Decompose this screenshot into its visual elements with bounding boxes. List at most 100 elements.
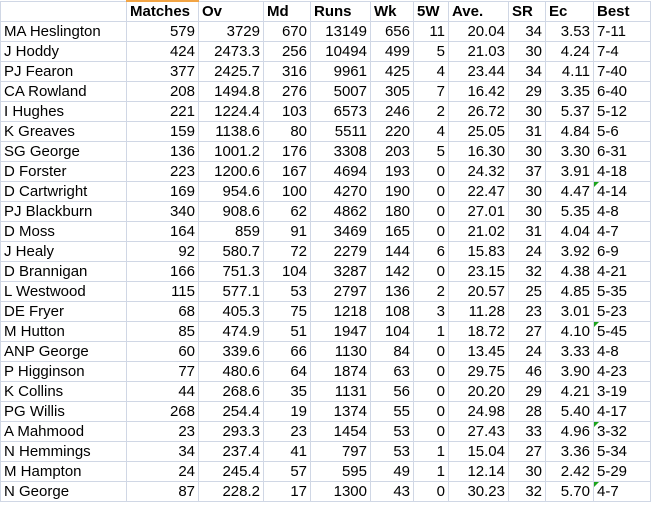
cell-strike-rate[interactable]: 29 — [508, 81, 546, 102]
cell-average[interactable]: 21.02 — [448, 221, 509, 242]
cell-best[interactable]: 5-12 — [593, 101, 651, 122]
cell-best[interactable]: 7-11 — [593, 21, 651, 42]
cell-five-wickets[interactable]: 0 — [413, 421, 449, 442]
cell-best[interactable]: 4-8 — [593, 201, 651, 222]
cell-runs[interactable]: 1130 — [310, 341, 371, 362]
cell-strike-rate[interactable]: 30 — [508, 141, 546, 162]
cell-runs[interactable]: 5007 — [310, 81, 371, 102]
cell-matches[interactable]: 166 — [126, 261, 199, 282]
cell-strike-rate[interactable]: 46 — [508, 361, 546, 382]
cell-average[interactable]: 26.72 — [448, 101, 509, 122]
cell-runs[interactable]: 6573 — [310, 101, 371, 122]
cell-five-wickets[interactable]: 7 — [413, 81, 449, 102]
cell-economy[interactable]: 5.70 — [545, 481, 594, 502]
cell-best[interactable]: 4-21 — [593, 261, 651, 282]
cell-matches[interactable]: 77 — [126, 361, 199, 382]
cell-player[interactable]: MA Heslington — [0, 21, 127, 42]
cell-runs[interactable]: 1874 — [310, 361, 371, 382]
cell-overs[interactable]: 1224.4 — [198, 101, 264, 122]
cell-runs[interactable]: 10494 — [310, 41, 371, 62]
cell-wickets[interactable]: 55 — [370, 401, 414, 422]
cell-strike-rate[interactable]: 29 — [508, 381, 546, 402]
cell-wickets[interactable]: 180 — [370, 201, 414, 222]
cell-player[interactable]: D Forster — [0, 161, 127, 182]
header-economy[interactable]: Ec — [545, 0, 594, 22]
cell-strike-rate[interactable]: 24 — [508, 341, 546, 362]
cell-strike-rate[interactable]: 31 — [508, 221, 546, 242]
cell-wickets[interactable]: 108 — [370, 301, 414, 322]
cell-best[interactable]: 5-29 — [593, 461, 651, 482]
header-maidens[interactable]: Md — [263, 0, 311, 22]
cell-five-wickets[interactable]: 0 — [413, 481, 449, 502]
cell-five-wickets[interactable]: 11 — [413, 21, 449, 42]
cell-overs[interactable]: 1138.6 — [198, 121, 264, 142]
cell-wickets[interactable]: 136 — [370, 281, 414, 302]
cell-player[interactable]: K Collins — [0, 381, 127, 402]
cell-runs[interactable]: 4270 — [310, 181, 371, 202]
cell-average[interactable]: 24.32 — [448, 161, 509, 182]
cell-economy[interactable]: 3.92 — [545, 241, 594, 262]
cell-wickets[interactable]: 193 — [370, 161, 414, 182]
cell-average[interactable]: 29.75 — [448, 361, 509, 382]
header-overs[interactable]: Ov — [198, 0, 264, 22]
cell-strike-rate[interactable]: 32 — [508, 261, 546, 282]
cell-overs[interactable]: 405.3 — [198, 301, 264, 322]
cell-five-wickets[interactable]: 6 — [413, 241, 449, 262]
cell-strike-rate[interactable]: 30 — [508, 101, 546, 122]
cell-player[interactable]: PJ Blackburn — [0, 201, 127, 222]
cell-maidens[interactable]: 53 — [263, 281, 311, 302]
cell-matches[interactable]: 87 — [126, 481, 199, 502]
cell-wickets[interactable]: 190 — [370, 181, 414, 202]
error-indicator-icon[interactable] — [594, 322, 599, 327]
cell-best[interactable]: 4-8 — [593, 341, 651, 362]
cell-average[interactable]: 16.30 — [448, 141, 509, 162]
cell-economy[interactable]: 3.36 — [545, 441, 594, 462]
cell-best[interactable]: 3-19 — [593, 381, 651, 402]
cell-best[interactable]: 4-7 — [593, 481, 651, 502]
header-five-wickets[interactable]: 5W — [413, 0, 449, 22]
cell-average[interactable]: 20.04 — [448, 21, 509, 42]
cell-runs[interactable]: 1300 — [310, 481, 371, 502]
cell-strike-rate[interactable]: 30 — [508, 461, 546, 482]
cell-wickets[interactable]: 49 — [370, 461, 414, 482]
cell-runs[interactable]: 797 — [310, 441, 371, 462]
cell-overs[interactable]: 254.4 — [198, 401, 264, 422]
cell-overs[interactable]: 908.6 — [198, 201, 264, 222]
cell-five-wickets[interactable]: 4 — [413, 61, 449, 82]
cell-matches[interactable]: 159 — [126, 121, 199, 142]
cell-strike-rate[interactable]: 34 — [508, 61, 546, 82]
cell-economy[interactable]: 3.53 — [545, 21, 594, 42]
cell-best[interactable]: 5-45 — [593, 321, 651, 342]
cell-maidens[interactable]: 256 — [263, 41, 311, 62]
cell-matches[interactable]: 23 — [126, 421, 199, 442]
cell-matches[interactable]: 377 — [126, 61, 199, 82]
cell-economy[interactable]: 4.21 — [545, 381, 594, 402]
cell-five-wickets[interactable]: 5 — [413, 141, 449, 162]
cell-strike-rate[interactable]: 25 — [508, 281, 546, 302]
cell-overs[interactable]: 293.3 — [198, 421, 264, 442]
cell-overs[interactable]: 2425.7 — [198, 61, 264, 82]
cell-overs[interactable]: 237.4 — [198, 441, 264, 462]
cell-matches[interactable]: 44 — [126, 381, 199, 402]
cell-matches[interactable]: 115 — [126, 281, 199, 302]
cell-average[interactable]: 20.57 — [448, 281, 509, 302]
cell-average[interactable]: 27.43 — [448, 421, 509, 442]
cell-best[interactable]: 6-9 — [593, 241, 651, 262]
cell-average[interactable]: 27.01 — [448, 201, 509, 222]
cell-best[interactable]: 4-18 — [593, 161, 651, 182]
cell-player[interactable]: K Greaves — [0, 121, 127, 142]
cell-runs[interactable]: 1454 — [310, 421, 371, 442]
cell-five-wickets[interactable]: 0 — [413, 201, 449, 222]
cell-overs[interactable]: 1200.6 — [198, 161, 264, 182]
cell-wickets[interactable]: 425 — [370, 61, 414, 82]
cell-wickets[interactable]: 246 — [370, 101, 414, 122]
cell-player[interactable]: N Hemmings — [0, 441, 127, 462]
cell-wickets[interactable]: 203 — [370, 141, 414, 162]
cell-wickets[interactable]: 220 — [370, 121, 414, 142]
cell-maidens[interactable]: 176 — [263, 141, 311, 162]
cell-runs[interactable]: 595 — [310, 461, 371, 482]
error-indicator-icon[interactable] — [594, 482, 599, 487]
cell-best[interactable]: 3-32 — [593, 421, 651, 442]
cell-economy[interactable]: 3.33 — [545, 341, 594, 362]
cell-maidens[interactable]: 23 — [263, 421, 311, 442]
